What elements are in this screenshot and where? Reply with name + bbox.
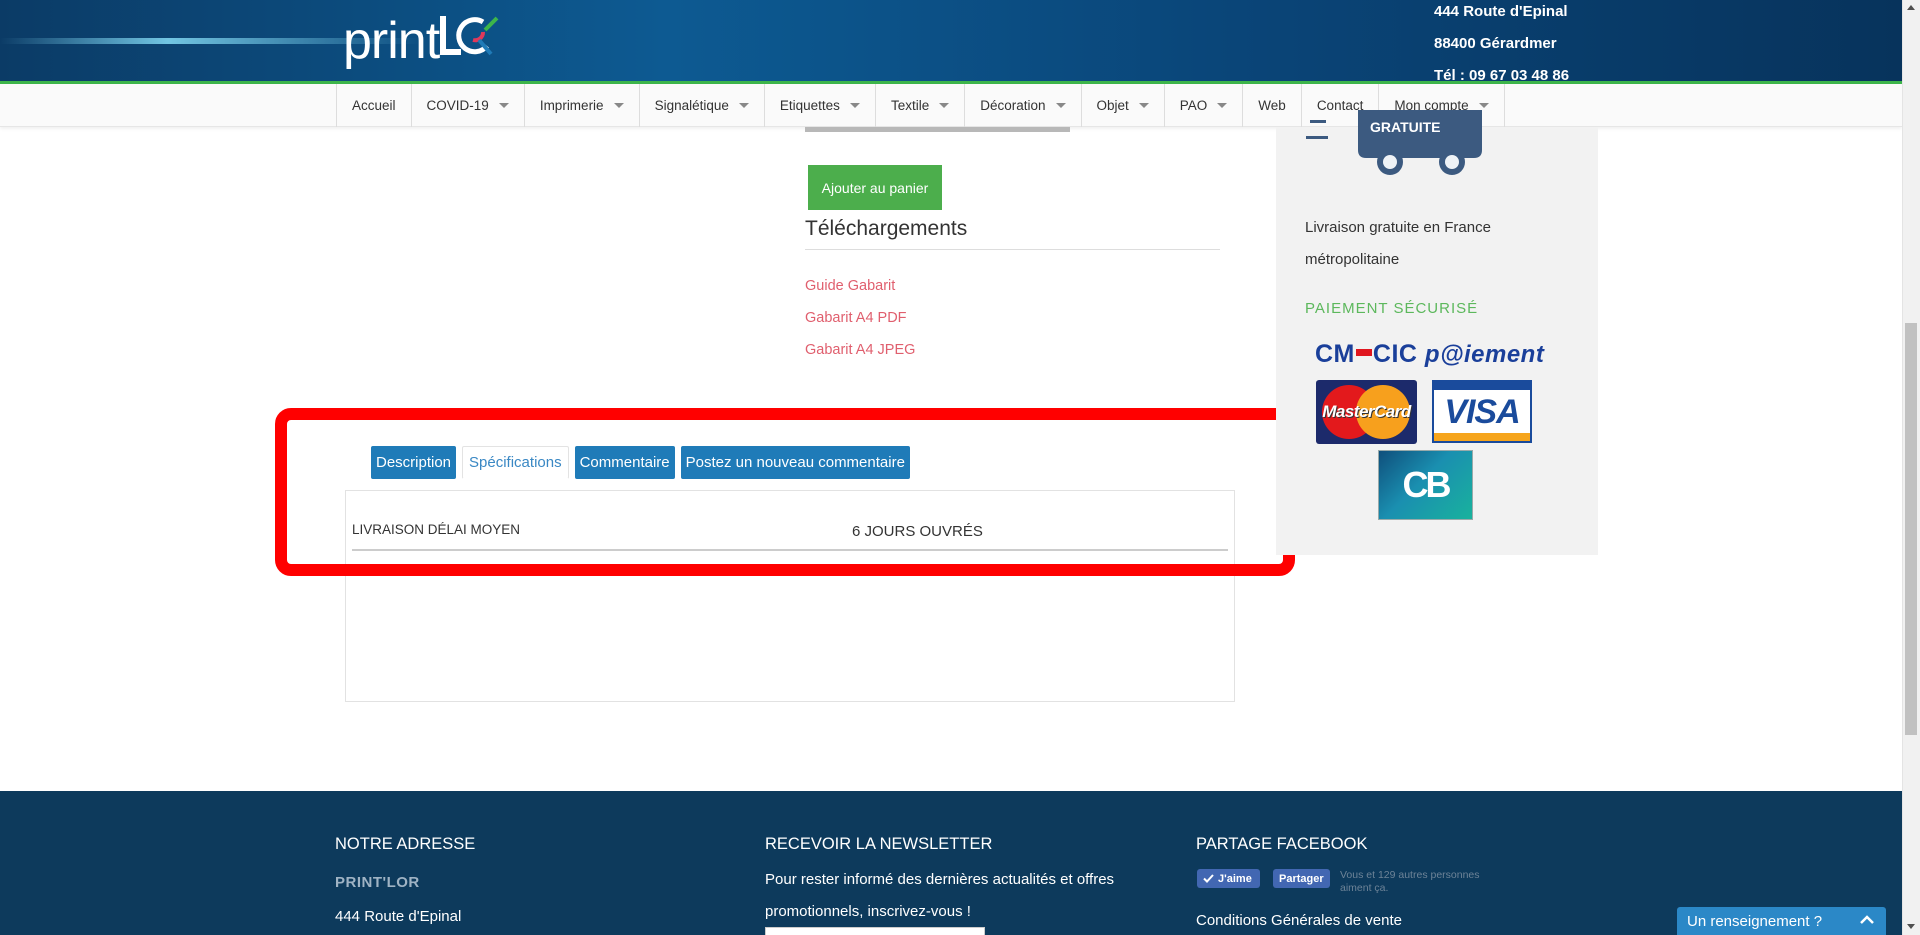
check-icon	[1203, 874, 1214, 883]
quantity-selector-bottom	[805, 127, 1070, 132]
nav-item-label: Web	[1258, 98, 1286, 113]
main-nav: Accueil COVID-19 Imprimerie Signalétique Eti…	[0, 84, 1902, 127]
download-link-guide-gabarit[interactable]: Guide Gabarit	[805, 278, 895, 294]
caret-down-icon	[1055, 103, 1066, 108]
add-to-cart-button[interactable]: Ajouter au panier	[808, 165, 942, 210]
downloads-divider	[805, 249, 1220, 250]
nav-item-signaletique[interactable]: Signalétique	[640, 84, 765, 127]
download-link-gabarit-a4-pdf[interactable]: Gabarit A4 PDF	[805, 310, 907, 326]
caret-down-icon	[1478, 103, 1489, 108]
address-line-city: 88400 Gérardmer	[1434, 35, 1557, 52]
visa-logo: VISA	[1432, 380, 1532, 443]
cgv-link[interactable]: Conditions Générales de vente	[1196, 912, 1402, 929]
chevron-up-icon	[1860, 915, 1874, 924]
download-link-gabarit-a4-jpeg[interactable]: Gabarit A4 JPEG	[805, 342, 915, 358]
caret-down-icon	[939, 103, 950, 108]
mastercard-logo: MasterCard	[1316, 380, 1417, 444]
fb-share-button[interactable]: Partager	[1273, 869, 1330, 888]
logo-mark-icon	[439, 10, 499, 56]
tab-specifications[interactable]: Spécifications	[462, 446, 569, 479]
nav-item-label: PAO	[1179, 98, 1208, 113]
nav-item-pao[interactable]: PAO	[1165, 84, 1244, 127]
spec-label-delivery: LIVRAISON DÉLAI MOYEN	[352, 522, 521, 537]
nav-item-label: Accueil	[352, 98, 396, 113]
fb-like-count: Vous et 129 autres personnes aiment ça.	[1340, 869, 1480, 894]
free-delivery-truck-icon: GRATUITE	[1306, 110, 1486, 182]
nav-item-web[interactable]: Web	[1243, 84, 1302, 127]
footer-company-name: PRINT'LOR	[335, 874, 420, 891]
fb-like-label: J'aime	[1218, 872, 1252, 885]
caret-down-icon	[498, 103, 509, 108]
nav-item-etiquettes[interactable]: Etiquettes	[765, 84, 876, 127]
spec-row-divider	[352, 549, 1228, 551]
cmcic-dash	[1355, 349, 1372, 356]
truck-badge-text: GRATUITE	[1370, 119, 1441, 135]
specifications-panel: LIVRAISON DÉLAI MOYEN 6 JOURS OUVRÉS	[345, 490, 1235, 702]
nav-item-covid-19[interactable]: COVID-19	[412, 84, 525, 127]
visa-bottom-band	[1434, 433, 1530, 441]
visa-text: VISA	[1444, 393, 1520, 431]
nav-item-objet[interactable]: Objet	[1082, 84, 1165, 127]
secure-payment-heading: PAIEMENT SÉCURISÉ	[1305, 300, 1479, 317]
site-logo[interactable]: print	[343, 10, 499, 71]
nav-item-label: Imprimerie	[539, 98, 604, 113]
mastercard-text: MasterCard	[1322, 402, 1411, 421]
footer-facebook-heading: PARTAGE FACEBOOK	[1196, 835, 1368, 853]
scroll-down-arrow-icon[interactable]	[1907, 924, 1915, 929]
cb-card-logo: CB	[1378, 450, 1473, 520]
downloads-title: Téléchargements	[805, 217, 968, 240]
nav-item-decoration[interactable]: Décoration	[965, 84, 1082, 127]
nav-item-imprimerie[interactable]: Imprimerie	[525, 84, 640, 127]
fb-like-button[interactable]: J'aime	[1197, 869, 1260, 888]
header-address: 444 Route d'Epinal 88400 Gérardmer Tél :…	[1434, 0, 1569, 84]
address-line-street: 444 Route d'Epinal	[1434, 3, 1568, 20]
caret-down-icon	[849, 103, 860, 108]
caret-down-icon	[613, 103, 624, 108]
tab-commentaire[interactable]: Commentaire	[574, 446, 675, 479]
free-delivery-text: Livraison gratuite en France métropolita…	[1305, 219, 1491, 268]
tab-description[interactable]: Description	[371, 446, 457, 479]
newsletter-email-input[interactable]	[765, 927, 985, 935]
nav-item-label: Etiquettes	[779, 98, 840, 113]
cmcic-payment-logo: CM CIC p@iement	[1315, 340, 1544, 369]
logo-text: print	[343, 12, 440, 70]
cic-text: CIC	[1372, 340, 1418, 368]
product-tabs: Description Spécifications Commentaire P…	[371, 446, 910, 479]
footer-newsletter-text: Pour rester informé des dernières actual…	[765, 871, 1115, 920]
nav-item-label: Signalétique	[654, 98, 729, 113]
scrollbar-thumb[interactable]	[1905, 323, 1917, 735]
nav-item-textile[interactable]: Textile	[876, 84, 966, 127]
scroll-up-arrow-icon[interactable]	[1907, 5, 1915, 10]
caret-down-icon	[1217, 103, 1228, 108]
paiement-text: p@iement	[1424, 341, 1545, 368]
cm-text: CM	[1315, 340, 1355, 368]
nav-item-label: Décoration	[980, 98, 1046, 113]
visa-top-band	[1434, 382, 1530, 390]
tab-post-comment[interactable]: Postez un nouveau commentaire	[680, 446, 910, 479]
nav-item-label: Objet	[1096, 98, 1129, 113]
chat-widget[interactable]: Un renseignement ?	[1677, 907, 1886, 935]
spec-value-delivery: 6 JOURS OUVRÉS	[852, 523, 983, 540]
footer-address-heading: NOTRE ADRESSE	[335, 835, 476, 853]
nav-item-label: Textile	[890, 98, 930, 113]
caret-down-icon	[1138, 103, 1149, 108]
cb-text: CB	[1402, 464, 1452, 505]
site-header: print 444 Route d'Epinal 88400 Gérardmer…	[0, 0, 1902, 84]
nav-item-accueil[interactable]: Accueil	[337, 84, 412, 127]
chat-label: Un renseignement ?	[1687, 912, 1823, 930]
footer-newsletter-heading: RECEVOIR LA NEWSLETTER	[765, 835, 993, 853]
nav-item-label: COVID-19	[426, 98, 489, 113]
caret-down-icon	[738, 103, 749, 108]
footer-street: 444 Route d'Epinal	[335, 908, 462, 925]
